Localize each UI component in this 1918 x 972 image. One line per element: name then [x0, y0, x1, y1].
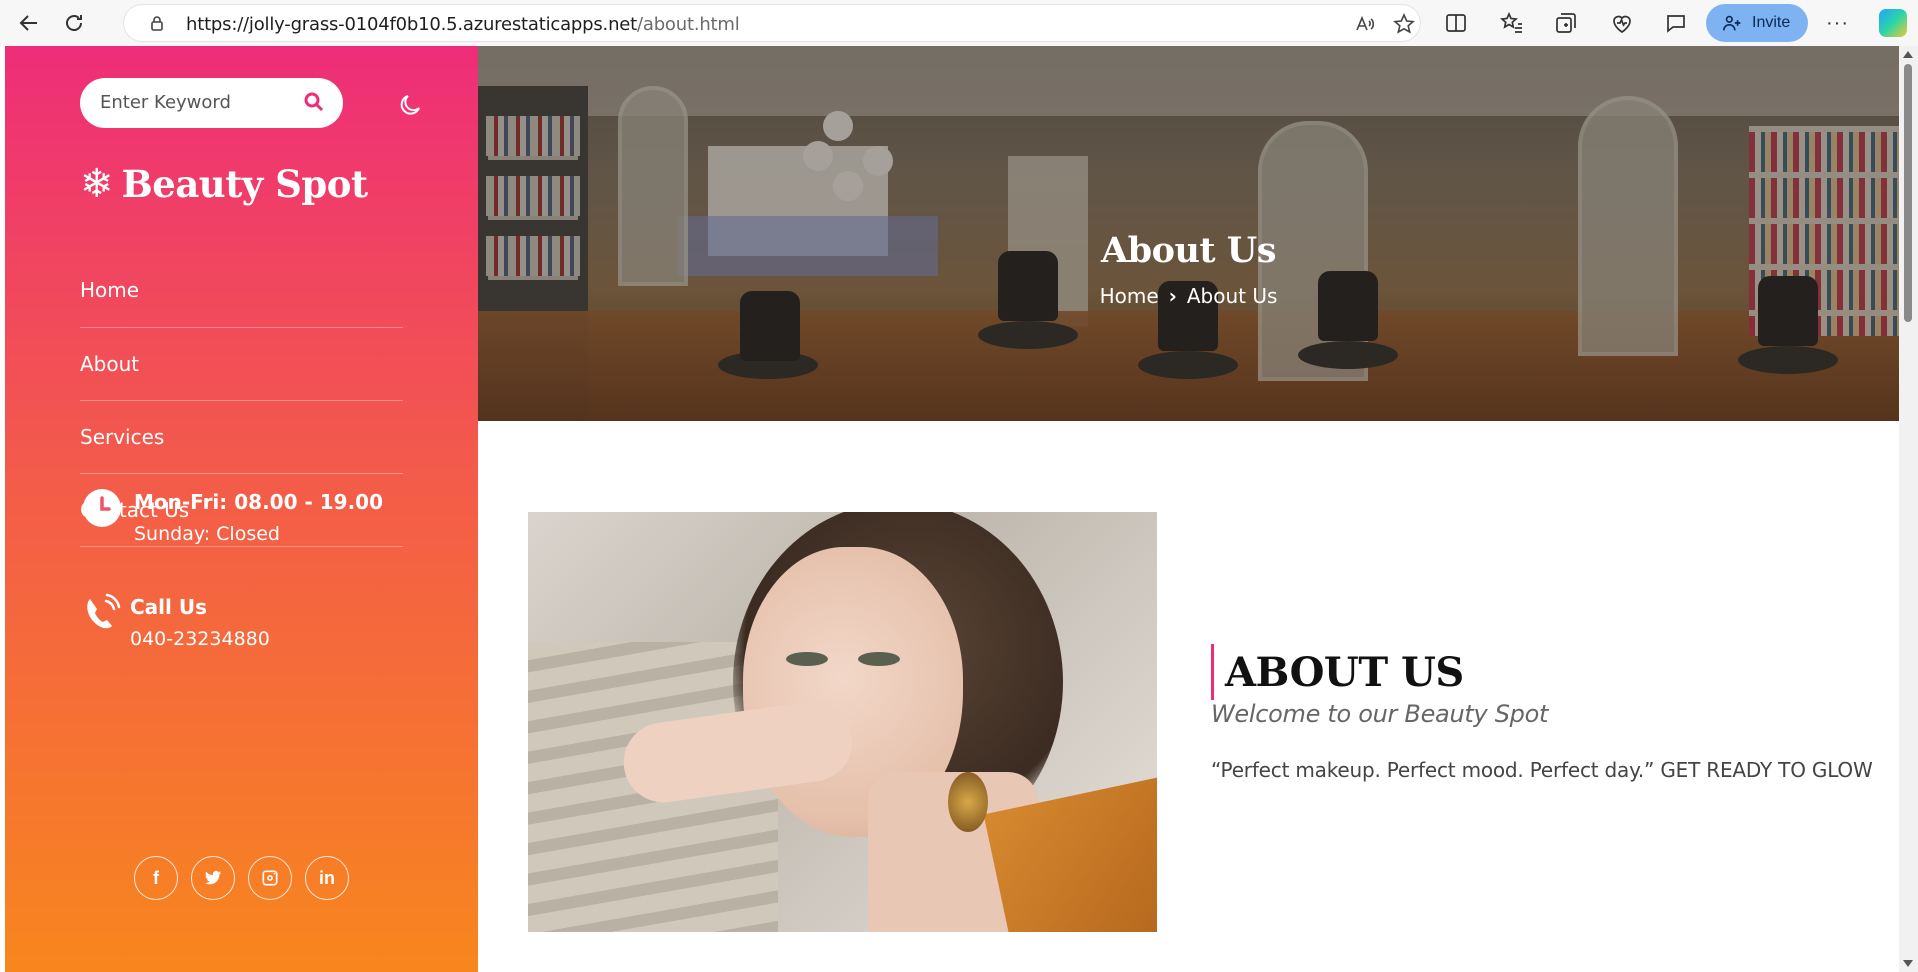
read-aloud-icon[interactable]: [1354, 13, 1376, 35]
sidebar: ❄ Beauty Spot Home About Services Contac…: [5, 46, 478, 972]
back-button[interactable]: [10, 4, 48, 42]
more-menu-button[interactable]: ···: [1826, 12, 1849, 35]
search-input[interactable]: [100, 92, 280, 113]
linkedin-icon[interactable]: in: [305, 856, 349, 900]
about-section: ABOUT US Welcome to our Beauty Spot “Per…: [1211, 644, 1873, 782]
phone-number[interactable]: 040-23234880: [130, 623, 270, 655]
call-us-title: Call Us: [130, 595, 207, 619]
hours-sunday: Sunday: Closed: [134, 523, 280, 545]
scroll-down-arrow-icon[interactable]: [1903, 960, 1913, 967]
search-icon[interactable]: [303, 91, 325, 113]
twitter-icon[interactable]: [191, 856, 235, 900]
model-portrait-image: [528, 512, 1157, 932]
chevron-right-icon: ›: [1168, 284, 1177, 308]
copilot-icon[interactable]: [1879, 9, 1907, 37]
scrollbar-thumb[interactable]: [1904, 64, 1912, 322]
chat-icon[interactable]: [1664, 11, 1688, 35]
scroll-up-arrow-icon[interactable]: [1903, 51, 1913, 58]
brand-name: Beauty Spot: [121, 162, 369, 206]
hero-banner: About Us Home › About Us: [478, 46, 1899, 421]
split-screen-icon[interactable]: [1444, 11, 1468, 35]
url-text: https://jolly-grass-0104f0b10.5.azuresta…: [186, 14, 740, 35]
menu-item-services[interactable]: Services: [80, 401, 403, 474]
refresh-button[interactable]: [55, 4, 93, 42]
page-scrollbar[interactable]: [1899, 46, 1918, 972]
browser-toolbar: https://jolly-grass-0104f0b10.5.azuresta…: [0, 0, 1918, 46]
about-body-text: “Perfect makeup. Perfect mood. Perfect d…: [1211, 758, 1873, 782]
address-bar[interactable]: https://jolly-grass-0104f0b10.5.azuresta…: [124, 5, 1420, 41]
refresh-icon: [66, 15, 82, 31]
about-heading: ABOUT US: [1225, 648, 1464, 696]
url-domain: https://jolly-grass-0104f0b10.5.azuresta…: [186, 14, 638, 35]
collections-icon[interactable]: [1554, 11, 1578, 35]
social-links: f in: [134, 856, 349, 900]
favorites-list-icon[interactable]: [1499, 11, 1524, 35]
search-box: [80, 78, 343, 128]
dark-mode-toggle-icon[interactable]: [397, 91, 425, 119]
opening-hours: Mon-Fri: 08.00 - 19.00 Sunday: Closed: [80, 486, 383, 550]
browser-essentials-icon[interactable]: [1610, 11, 1634, 35]
invite-button[interactable]: Invite: [1706, 4, 1808, 42]
brand-logo[interactable]: ❄ Beauty Spot: [80, 162, 368, 206]
about-subheading: Welcome to our Beauty Spot: [1211, 700, 1549, 728]
snowflake-icon: ❄: [80, 162, 114, 206]
favorite-star-icon[interactable]: [1393, 13, 1415, 35]
about-heading-block: ABOUT US: [1211, 644, 1873, 700]
instagram-icon[interactable]: [248, 856, 292, 900]
lock-icon: [148, 14, 166, 32]
arrow-left-icon: [19, 15, 37, 31]
web-page: ❄ Beauty Spot Home About Services Contac…: [5, 46, 1899, 972]
hours-weekdays: Mon-Fri: 08.00 - 19.00: [134, 490, 383, 514]
page-title: About Us: [1101, 230, 1277, 271]
menu-item-home[interactable]: Home: [80, 278, 403, 328]
call-us: Call Us 040-23234880: [80, 591, 270, 655]
people-add-icon: [1723, 15, 1741, 31]
facebook-icon[interactable]: f: [134, 856, 178, 900]
clock-icon: [80, 486, 124, 530]
breadcrumb: Home › About Us: [478, 284, 1899, 308]
url-path: /about.html: [637, 14, 740, 35]
phone-icon: [80, 591, 124, 635]
breadcrumb-home[interactable]: Home: [1100, 284, 1159, 308]
menu-item-about[interactable]: About: [80, 328, 403, 401]
breadcrumb-current: About Us: [1186, 284, 1278, 308]
invite-label: Invite: [1752, 14, 1791, 31]
